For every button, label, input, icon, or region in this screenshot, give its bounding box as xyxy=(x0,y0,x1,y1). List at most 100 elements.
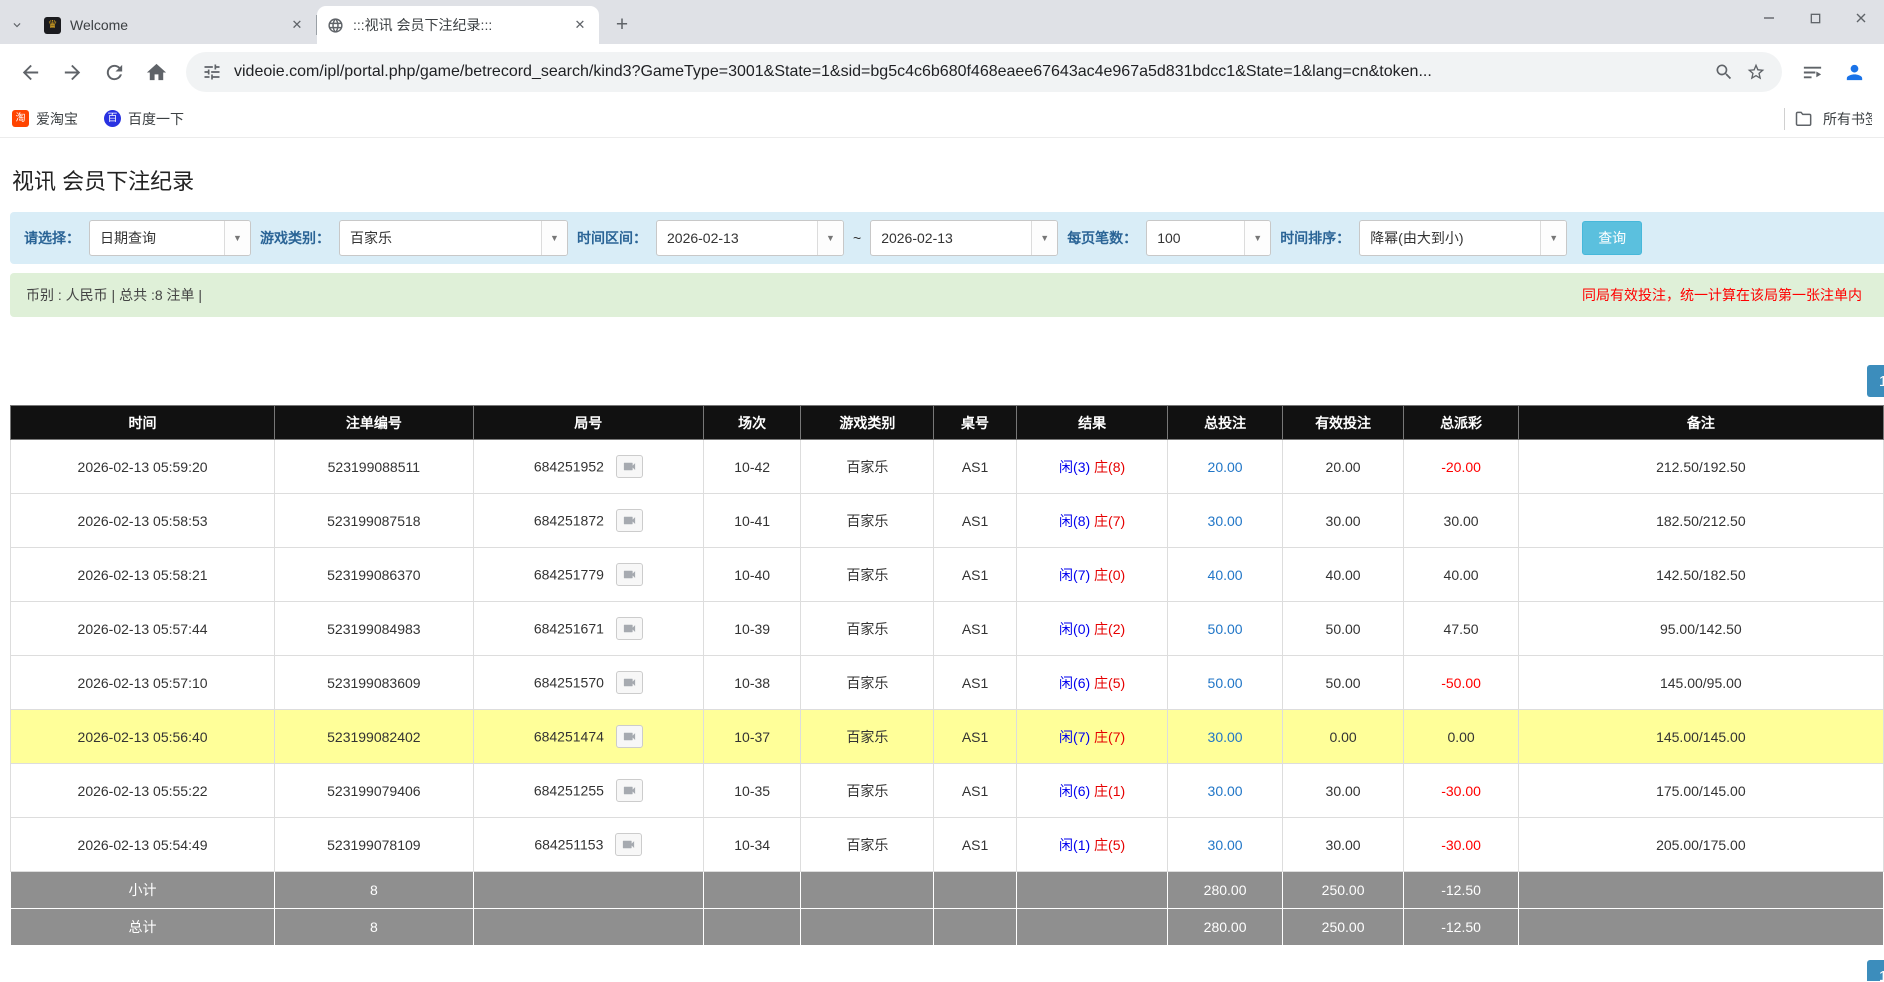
page-1-button-bottom[interactable]: 1 xyxy=(1867,960,1884,981)
cell-note: 95.00/142.50 xyxy=(1518,602,1883,656)
query-type-select[interactable]: 日期查询 ▼ xyxy=(89,220,251,256)
result-player: 闲(3) xyxy=(1059,459,1090,475)
cell-game-type: 百家乐 xyxy=(801,764,934,818)
date-from-input[interactable]: 2026-02-13 ▼ xyxy=(656,220,844,256)
cell-result: 闲(6) 庄(1) xyxy=(1016,764,1168,818)
cell-valid-bet: 50.00 xyxy=(1282,602,1404,656)
video-replay-icon[interactable] xyxy=(616,563,643,586)
chevron-down-icon[interactable]: ▼ xyxy=(1540,221,1566,255)
video-replay-icon[interactable] xyxy=(616,779,643,802)
tab-title: :::视讯 会员下注纪录::: xyxy=(353,15,562,35)
game-type-select[interactable]: 百家乐 ▼ xyxy=(339,220,568,256)
new-tab-button[interactable]: + xyxy=(607,10,637,40)
table-row[interactable]: 2026-02-13 05:55:22 523199079406 6842512… xyxy=(11,764,1884,818)
table-row[interactable]: 2026-02-13 05:57:10 523199083609 6842515… xyxy=(11,656,1884,710)
folder-icon xyxy=(1794,109,1814,129)
cell-valid-bet: 0.00 xyxy=(1282,710,1404,764)
video-replay-icon[interactable] xyxy=(616,455,643,478)
close-tab-icon[interactable]: ✕ xyxy=(288,16,306,34)
cell-payout: -30.00 xyxy=(1404,818,1518,872)
video-replay-icon[interactable] xyxy=(616,725,643,748)
tab-strip: ♛ Welcome ✕ :::视讯 会员下注纪录::: ✕ + xyxy=(0,0,1884,44)
site-settings-icon[interactable] xyxy=(202,62,222,82)
cell-total-bet: 30.00 xyxy=(1168,494,1282,548)
game-type-value: 百家乐 xyxy=(340,221,541,255)
cell-round-id: 684251952 xyxy=(473,440,703,494)
cell-payout: -50.00 xyxy=(1404,656,1518,710)
back-icon[interactable] xyxy=(10,52,50,92)
date-to-value: 2026-02-13 xyxy=(871,221,1031,255)
cell-table-no: AS1 xyxy=(934,764,1016,818)
result-player: 闲(1) xyxy=(1059,837,1090,853)
cell-game-type: 百家乐 xyxy=(801,494,934,548)
table-row[interactable]: 2026-02-13 05:57:44 523199084983 6842516… xyxy=(11,602,1884,656)
page-1-button[interactable]: 1 xyxy=(1867,365,1884,397)
cell-table-no: AS1 xyxy=(934,602,1016,656)
cell-session: 10-40 xyxy=(703,548,800,602)
table-row[interactable]: 2026-02-13 05:58:21 523199086370 6842517… xyxy=(11,548,1884,602)
bookmark-label: 百度一下 xyxy=(128,109,184,129)
header-valid-bet: 有效投注 xyxy=(1282,406,1404,440)
minimize-icon[interactable] xyxy=(1746,0,1792,36)
date-to-input[interactable]: 2026-02-13 ▼ xyxy=(870,220,1058,256)
tab-betrecord[interactable]: :::视讯 会员下注纪录::: ✕ xyxy=(317,6,599,44)
home-icon[interactable] xyxy=(136,52,176,92)
chevron-down-icon[interactable]: ▼ xyxy=(817,221,843,255)
tilde-separator: ~ xyxy=(853,230,861,246)
round-id-value: 684251474 xyxy=(534,729,604,745)
cell-result: 闲(8) 庄(7) xyxy=(1016,494,1168,548)
chevron-down-icon[interactable]: ▼ xyxy=(224,221,250,255)
bookmark-aitaobao[interactable]: 淘 爱淘宝 xyxy=(12,109,78,129)
subtotal-valid-bet: 250.00 xyxy=(1282,872,1404,909)
cell-round-id: 684251779 xyxy=(473,548,703,602)
bookmark-baidu[interactable]: 百 百度一下 xyxy=(104,109,184,129)
per-page-label: 每页笔数： xyxy=(1067,228,1137,248)
tab-title: Welcome xyxy=(70,17,279,33)
profile-avatar[interactable] xyxy=(1834,52,1874,92)
video-replay-icon[interactable] xyxy=(616,509,643,532)
forward-icon[interactable] xyxy=(52,52,92,92)
per-page-select[interactable]: 100 ▼ xyxy=(1146,220,1271,256)
all-bookmarks[interactable]: 所有书签 xyxy=(1784,108,1872,130)
address-bar[interactable]: videoie.com/ipl/portal.php/game/betrecor… xyxy=(186,52,1782,92)
cell-total-bet: 30.00 xyxy=(1168,764,1282,818)
video-replay-icon[interactable] xyxy=(616,671,643,694)
query-button[interactable]: 查询 xyxy=(1582,221,1642,255)
grand-total-valid-bet: 250.00 xyxy=(1282,909,1404,946)
chevron-down-icon[interactable]: ▼ xyxy=(541,221,567,255)
table-row[interactable]: 2026-02-13 05:59:20 523199088511 6842519… xyxy=(11,440,1884,494)
filter-bar: 请选择： 日期查询 ▼ 游戏类别： 百家乐 ▼ 时间区间： 2026-02-13… xyxy=(10,212,1884,264)
table-row[interactable]: 2026-02-13 05:54:49 523199078109 6842511… xyxy=(11,818,1884,872)
cell-total-bet: 20.00 xyxy=(1168,440,1282,494)
date-from-value: 2026-02-13 xyxy=(657,221,817,255)
video-replay-icon[interactable] xyxy=(616,617,643,640)
zoom-icon[interactable] xyxy=(1714,62,1734,82)
header-total-bet: 总投注 xyxy=(1168,406,1282,440)
result-player: 闲(6) xyxy=(1059,675,1090,691)
reading-list-icon[interactable] xyxy=(1792,52,1832,92)
cell-game-type: 百家乐 xyxy=(801,710,934,764)
summary-bar: 币别 : 人民币 | 总共 :8 注单 | 同局有效投注，统一计算在该局第一张注… xyxy=(10,273,1884,317)
url-text[interactable]: videoie.com/ipl/portal.php/game/betrecor… xyxy=(234,63,1702,81)
sort-select[interactable]: 降幂(由大到小) ▼ xyxy=(1359,220,1567,256)
bet-records-table: 时间 注单编号 局号 场次 游戏类别 桌号 结果 总投注 有效投注 总派彩 备注… xyxy=(10,405,1884,946)
tab-welcome[interactable]: ♛ Welcome ✕ xyxy=(34,6,316,44)
reload-icon[interactable] xyxy=(94,52,134,92)
cell-time: 2026-02-13 05:58:21 xyxy=(11,548,275,602)
bookmark-star-icon[interactable] xyxy=(1746,62,1766,82)
close-window-icon[interactable] xyxy=(1838,0,1884,36)
table-row[interactable]: 2026-02-13 05:58:53 523199087518 6842518… xyxy=(11,494,1884,548)
cell-payout: 47.50 xyxy=(1404,602,1518,656)
cell-session: 10-42 xyxy=(703,440,800,494)
maximize-icon[interactable] xyxy=(1792,0,1838,36)
cell-session: 10-38 xyxy=(703,656,800,710)
close-tab-icon[interactable]: ✕ xyxy=(571,16,589,34)
tab-search-chevron-icon[interactable] xyxy=(0,6,34,44)
table-row[interactable]: 2026-02-13 05:56:40 523199082402 6842514… xyxy=(11,710,1884,764)
header-game-type: 游戏类别 xyxy=(801,406,934,440)
chevron-down-icon[interactable]: ▼ xyxy=(1031,221,1057,255)
chevron-down-icon[interactable]: ▼ xyxy=(1244,221,1270,255)
video-replay-icon[interactable] xyxy=(615,833,642,856)
bookmarks-bar: 淘 爱淘宝 百 百度一下 所有书签 xyxy=(0,100,1884,138)
round-id-value: 684251952 xyxy=(534,459,604,475)
